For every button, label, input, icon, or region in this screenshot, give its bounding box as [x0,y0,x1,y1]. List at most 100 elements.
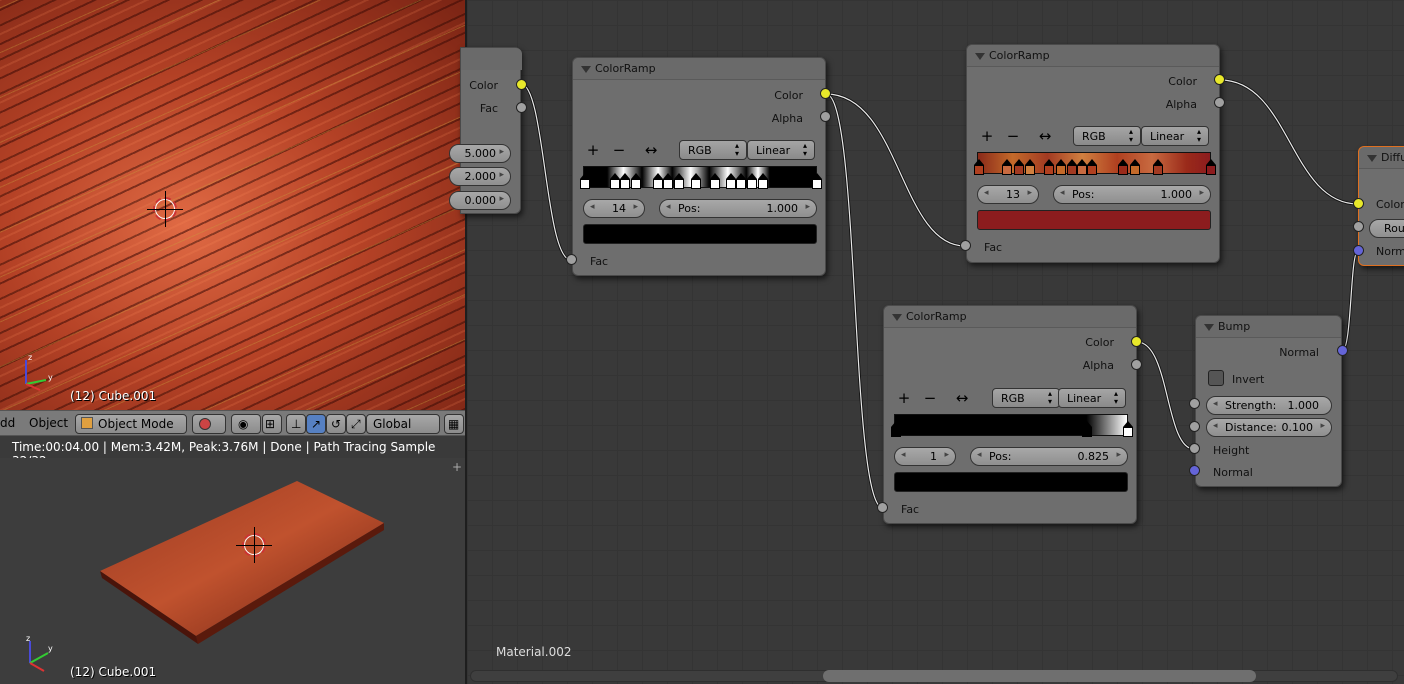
stop-color-swatch[interactable] [894,472,1128,492]
colorramp-node-1[interactable]: ColorRamp Color Alpha + − ↔ RGB Linear ◂… [572,57,826,276]
flip-ramp-button[interactable]: ↔ [1035,127,1055,145]
colorramp-node-3[interactable]: ColorRamp Color Alpha + − ↔ RGB Linear ◂… [883,305,1137,524]
socket-color-out[interactable] [516,79,527,90]
ramp-stop[interactable] [1025,159,1035,175]
add-stop-button[interactable]: + [583,141,603,159]
stop-pos-field[interactable]: ◂ Pos: 1.000 ▸ [1053,185,1211,204]
ramp-stop[interactable] [610,173,620,189]
viewport-rendered[interactable]: zy (12) Cube.001 [0,0,465,410]
translate-icon[interactable]: ↗ [306,414,326,434]
socket-fac-out[interactable] [516,102,527,113]
interpolation-select[interactable]: Linear [747,140,815,160]
ramp-stop[interactable] [1044,159,1054,175]
add-stop-button[interactable]: + [894,389,914,407]
ramp-stop[interactable] [812,173,822,189]
mode-select[interactable]: Object Mode [75,414,187,434]
add-menu[interactable]: dd [0,416,15,430]
ramp-stop[interactable] [1082,421,1092,437]
stop-index-field[interactable]: ◂ 13 ▸ [977,185,1039,204]
socket-color-out[interactable] [820,88,831,99]
grid-icon[interactable]: ▦ [444,414,464,434]
ramp-stop[interactable] [1087,159,1097,175]
socket-fac-in[interactable] [877,502,888,513]
ramp-stop[interactable] [674,173,684,189]
stop-index-field[interactable]: ◂ 1 ▸ [894,447,956,466]
invert-checkbox[interactable] [1208,370,1224,386]
pivot-button[interactable]: ◉ [231,414,261,434]
distance-field[interactable]: ◂ Distance: 0.100 ▸ [1206,418,1332,437]
socket-fac-in[interactable] [960,240,971,251]
socket-strength-in[interactable] [1189,398,1200,409]
socket-distance-in[interactable] [1189,421,1200,432]
strength-field[interactable]: ◂ Strength: 1.000 [1206,396,1332,415]
socket-color-out[interactable] [1214,74,1225,85]
ramp-stop[interactable] [1130,159,1140,175]
shading-button[interactable] [192,414,226,434]
stop-color-swatch[interactable] [583,224,817,244]
ramp-stop[interactable] [736,173,746,189]
ramp-stop[interactable] [1123,421,1133,437]
socket-normal-out[interactable] [1337,345,1348,356]
stop-index-field[interactable]: ◂ 14 ▸ [583,199,645,218]
ramp-stop[interactable] [1056,159,1066,175]
socket-normal-in[interactable] [1189,465,1200,476]
bump-node[interactable]: Bump Normal Invert ◂ Strength: 1.000 ◂ Dist… [1195,315,1342,487]
value-field[interactable]: 5.000 ▸ [449,144,511,163]
socket-height-in[interactable] [1189,443,1200,454]
viewport-preview[interactable]: + zy (12) Cube.001 [0,458,465,684]
ramp-stop[interactable] [758,173,768,189]
stop-color-swatch[interactable] [977,210,1211,230]
ramp-stop[interactable] [710,173,720,189]
socket-alpha-out[interactable] [1214,97,1225,108]
socket-color-out[interactable] [1131,336,1142,347]
node-header[interactable]: ColorRamp [884,306,1136,328]
color-ramp-bar[interactable] [580,166,822,189]
interpolation-select[interactable]: Linear [1141,126,1209,146]
color-mode-select[interactable]: RGB [1073,126,1141,146]
value-field[interactable]: 0.000 ▸ [449,191,511,210]
roughness-field[interactable]: Rou [1369,219,1404,238]
ramp-stop[interactable] [1206,159,1216,175]
ramp-stop[interactable] [891,421,901,437]
flip-ramp-button[interactable]: ↔ [641,141,661,159]
color-mode-select[interactable]: RGB [679,140,747,160]
stop-pos-field[interactable]: ◂ Pos: 1.000 ▸ [659,199,817,218]
ramp-stop[interactable] [747,173,757,189]
rotate-icon[interactable]: ↺ [326,414,346,434]
ramp-stop[interactable] [620,173,630,189]
manipulator-icon[interactable]: ⊥ [286,414,306,434]
add-stop-button[interactable]: + [977,127,997,145]
node-header[interactable]: Bump [1196,316,1341,338]
ramp-stop[interactable] [974,159,984,175]
flip-ramp-button[interactable]: ↔ [952,389,972,407]
node-header[interactable]: ColorRamp [967,45,1219,67]
object-menu[interactable]: Object [29,416,68,430]
color-ramp-bar[interactable] [891,414,1133,437]
ramp-stop[interactable] [653,173,663,189]
remove-stop-button[interactable]: − [609,141,629,159]
scrollbar-thumb[interactable] [823,670,1256,682]
socket-color-in[interactable] [1353,198,1364,209]
ramp-stop[interactable] [1153,159,1163,175]
partial-node[interactable]: Color Fac 5.000 ▸ 2.000 ▸ 0.000 ▸ [449,47,522,214]
socket-alpha-out[interactable] [1131,359,1142,370]
orientation-select[interactable]: Global [366,414,440,434]
node-header[interactable]: Diffu [1359,147,1404,169]
ramp-stop[interactable] [631,173,641,189]
remove-stop-button[interactable]: − [1003,127,1023,145]
ramp-stop[interactable] [1014,159,1024,175]
ramp-stop[interactable] [1118,159,1128,175]
ramp-stop[interactable] [1077,159,1087,175]
color-ramp-bar[interactable] [974,152,1216,175]
ramp-stop[interactable] [726,173,736,189]
scale-icon[interactable]: ⤢ [346,414,366,434]
socket-normal-in[interactable] [1353,245,1364,256]
socket-roughness-in[interactable] [1353,221,1364,232]
node-header[interactable]: ColorRamp [573,58,825,80]
ramp-stop[interactable] [580,173,590,189]
ramp-stop[interactable] [663,173,673,189]
diffuse-node[interactable]: Diffu Color Rou Norma [1358,146,1404,266]
colorramp-node-2[interactable]: ColorRamp Color Alpha + − ↔ RGB Linear ◂… [966,44,1220,263]
socket-fac-in[interactable] [566,254,577,265]
interpolation-select[interactable]: Linear [1058,388,1126,408]
